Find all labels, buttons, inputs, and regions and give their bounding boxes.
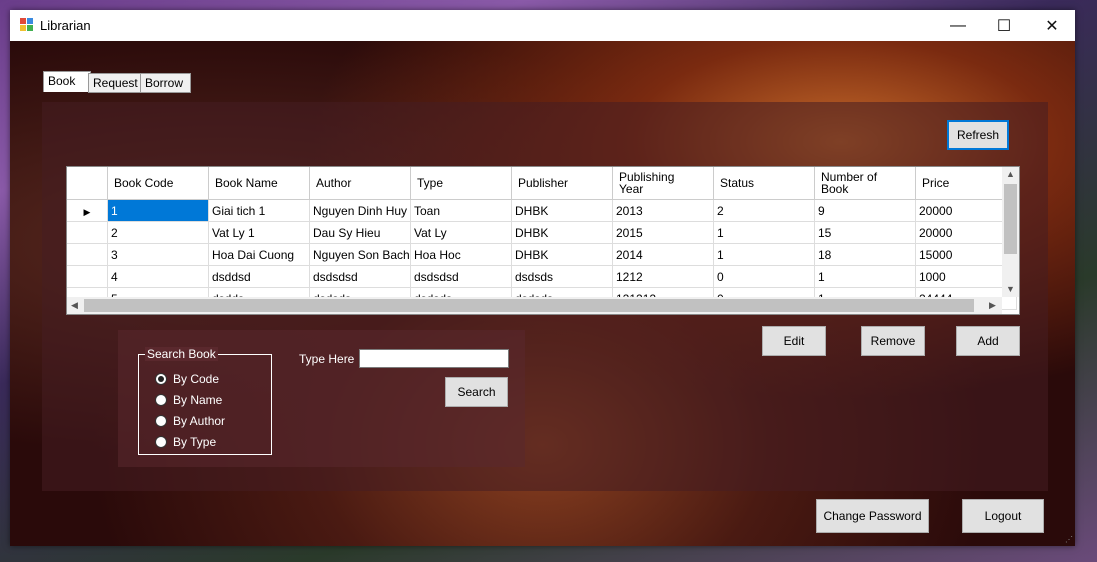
current-row-icon: ▶ — [83, 206, 91, 217]
logout-button[interactable]: Logout — [962, 499, 1044, 533]
table-cell[interactable]: dsdsdsd — [410, 265, 512, 288]
scroll-left-icon[interactable]: ◀ — [71, 300, 78, 311]
row-header[interactable] — [67, 265, 108, 288]
books-table: Book Code Book Name Author Type Publishe… — [67, 167, 1017, 310]
col-header-book-name[interactable]: Book Name — [208, 167, 310, 200]
table-cell[interactable]: Nguyen Dinh Huy — [309, 199, 411, 222]
edit-button[interactable]: Edit — [762, 326, 826, 356]
table-cell[interactable]: 3 — [107, 243, 209, 266]
table-row[interactable]: 4 dsddsd dsdsdsd dsdsdsd dsdsds 1212 0 1 1000 — [67, 265, 1017, 288]
col-header-number-of-book[interactable]: Number of Book — [814, 167, 916, 200]
table-cell[interactable]: 1 — [814, 265, 916, 288]
table-cell[interactable]: 2014 — [612, 243, 714, 266]
vertical-scrollbar[interactable]: ▲ ▼ — [1002, 167, 1019, 297]
vertical-scroll-thumb[interactable] — [1004, 184, 1017, 254]
table-cell[interactable]: 2 — [713, 199, 815, 222]
row-header[interactable] — [67, 243, 108, 266]
col-header-book-code[interactable]: Book Code — [107, 167, 209, 200]
col-header-status[interactable]: Status — [713, 167, 815, 200]
horizontal-scrollbar[interactable]: ◀ ▶ — [67, 297, 1002, 314]
app-icon — [20, 18, 34, 32]
table-cell[interactable]: 0 — [713, 265, 815, 288]
grid-header-row: Book Code Book Name Author Type Publishe… — [67, 167, 1017, 200]
maximize-button[interactable]: ☐ — [981, 10, 1027, 41]
librarian-window: Librarian — ☐ ✕ Book Request Borrow Refr… — [10, 10, 1075, 546]
table-cell[interactable]: Vat Ly — [410, 221, 512, 244]
table-cell[interactable]: 18 — [814, 243, 916, 266]
radio-by-type[interactable]: By Type — [155, 434, 216, 450]
table-cell[interactable]: 4 — [107, 265, 209, 288]
radio-by-author[interactable]: By Author — [155, 413, 225, 429]
client-area: Book Request Borrow Refresh Book Code Bo… — [10, 41, 1075, 546]
table-cell[interactable]: 1 — [107, 199, 209, 222]
window-title: Librarian — [40, 18, 91, 33]
table-cell[interactable]: 1 — [713, 221, 815, 244]
row-header-corner — [67, 167, 108, 200]
add-button[interactable]: Add — [956, 326, 1020, 356]
radio-unchecked-icon[interactable] — [155, 436, 167, 448]
table-cell[interactable]: dsdsds — [511, 265, 613, 288]
radio-unchecked-icon[interactable] — [155, 415, 167, 427]
table-cell[interactable]: dsddsd — [208, 265, 310, 288]
radio-label-by-code: By Code — [173, 372, 220, 386]
table-cell[interactable]: 2 — [107, 221, 209, 244]
table-cell[interactable]: Toan — [410, 199, 512, 222]
col-header-publisher[interactable]: Publisher — [511, 167, 613, 200]
table-row[interactable]: ▶ 1 Giai tich 1 Nguyen Dinh Huy Toan DHBK 2013… — [67, 199, 1017, 222]
search-panel: Search Book By Code By Name By Author By… — [118, 330, 525, 467]
table-cell[interactable]: DHBK — [511, 221, 613, 244]
radio-checked-icon[interactable] — [155, 373, 167, 385]
radio-by-code[interactable]: By Code — [155, 371, 219, 387]
resize-grip-icon[interactable]: ⋰ — [1065, 535, 1073, 544]
table-cell[interactable]: Hoa Hoc — [410, 243, 512, 266]
radio-label-by-type: By Type — [173, 435, 217, 449]
search-group-title: Search Book — [145, 347, 218, 361]
search-button[interactable]: Search — [445, 377, 508, 407]
scroll-up-icon[interactable]: ▲ — [1006, 169, 1015, 179]
table-cell[interactable]: dsdsdsd — [309, 265, 411, 288]
table-cell[interactable]: 9 — [814, 199, 916, 222]
table-cell[interactable]: 2013 — [612, 199, 714, 222]
col-header-author[interactable]: Author — [309, 167, 411, 200]
table-cell[interactable]: 2015 — [612, 221, 714, 244]
scroll-right-icon[interactable]: ▶ — [989, 300, 996, 311]
table-cell[interactable]: DHBK — [511, 243, 613, 266]
col-header-publishing-year[interactable]: Publishing Year — [612, 167, 714, 200]
tab-book[interactable]: Book — [43, 71, 91, 92]
table-row[interactable]: 3 Hoa Dai Cuong Nguyen Son Bach Hoa Hoc DHBK… — [67, 243, 1017, 266]
table-cell[interactable]: Hoa Dai Cuong — [208, 243, 310, 266]
tab-borrow[interactable]: Borrow — [140, 73, 191, 93]
table-cell[interactable]: Giai tich 1 — [208, 199, 310, 222]
tab-request[interactable]: Request — [88, 73, 143, 93]
table-cell[interactable]: Vat Ly 1 — [208, 221, 310, 244]
change-password-button[interactable]: Change Password — [816, 499, 929, 533]
title-bar: Librarian — ☐ ✕ — [10, 10, 1075, 41]
scroll-down-icon[interactable]: ▼ — [1006, 284, 1015, 294]
search-book-group: Search Book By Code By Name By Author By… — [138, 347, 272, 455]
refresh-button[interactable]: Refresh — [947, 120, 1009, 150]
radio-by-name[interactable]: By Name — [155, 392, 222, 408]
horizontal-scroll-thumb[interactable] — [84, 299, 974, 312]
col-header-type[interactable]: Type — [410, 167, 512, 200]
radio-unchecked-icon[interactable] — [155, 394, 167, 406]
row-header[interactable]: ▶ — [67, 199, 108, 222]
table-cell[interactable]: 15 — [814, 221, 916, 244]
remove-button[interactable]: Remove — [861, 326, 925, 356]
table-cell[interactable]: 1 — [713, 243, 815, 266]
minimize-button[interactable]: — — [935, 10, 981, 41]
table-cell[interactable]: DHBK — [511, 199, 613, 222]
row-header[interactable] — [67, 221, 108, 244]
close-button[interactable]: ✕ — [1029, 10, 1075, 41]
radio-label-by-author: By Author — [173, 414, 226, 428]
radio-label-by-name: By Name — [173, 393, 223, 407]
table-row[interactable]: 2 Vat Ly 1 Dau Sy Hieu Vat Ly DHBK 2015 1 15 200… — [67, 221, 1017, 244]
search-input[interactable] — [359, 349, 509, 368]
table-cell[interactable]: Nguyen Son Bach — [309, 243, 411, 266]
type-here-label: Type Here — [299, 352, 355, 366]
books-grid[interactable]: Book Code Book Name Author Type Publishe… — [66, 166, 1020, 315]
table-cell[interactable]: Dau Sy Hieu — [309, 221, 411, 244]
table-cell[interactable]: 1212 — [612, 265, 714, 288]
